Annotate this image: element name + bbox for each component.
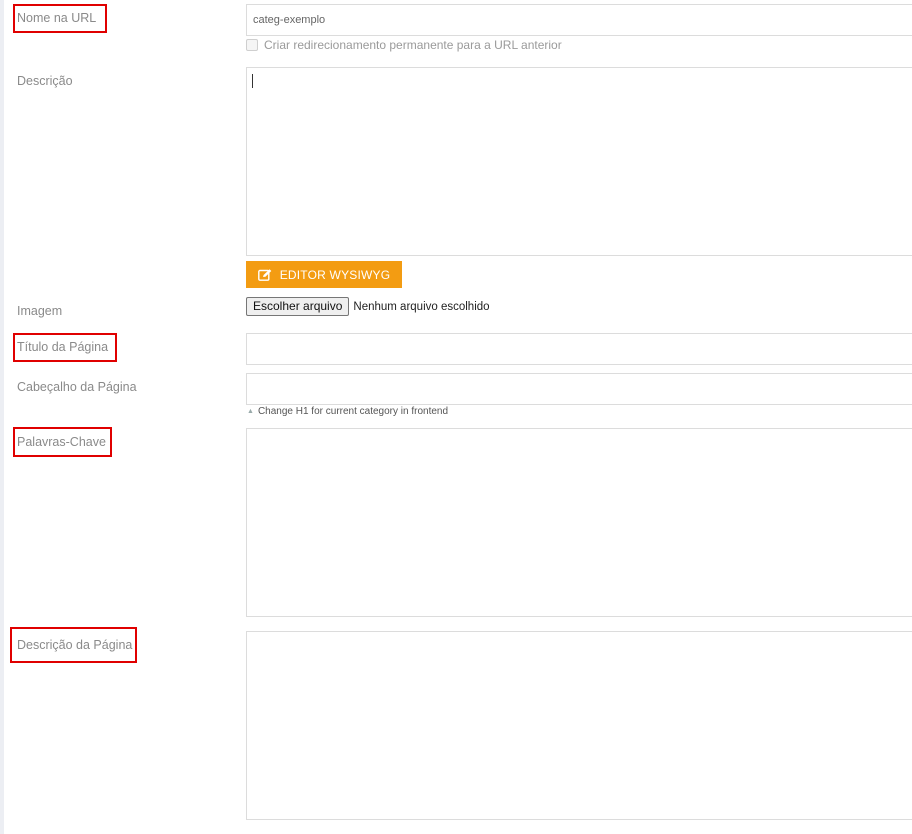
image-file-picker: Escolher arquivo Nenhum arquivo escolhid… bbox=[246, 297, 490, 316]
page-header-hint: ▲ Change H1 for current category in fron… bbox=[247, 406, 448, 417]
highlight-keywords bbox=[13, 427, 112, 457]
keywords-textarea[interactable] bbox=[246, 428, 912, 617]
wysiwyg-editor-button[interactable]: EDITOR WYSIWYG bbox=[246, 261, 402, 288]
file-status: Nenhum arquivo escolhido bbox=[353, 300, 490, 313]
choose-file-button[interactable]: Escolher arquivo bbox=[246, 297, 350, 316]
description-textarea[interactable] bbox=[246, 67, 912, 256]
page-description-textarea[interactable] bbox=[246, 631, 912, 820]
redirect-option[interactable]: Criar redirecionamento permanente para a… bbox=[246, 38, 562, 52]
page-header-label: Cabeçalho da Página bbox=[17, 380, 137, 394]
triangle-up-icon: ▲ bbox=[247, 408, 254, 415]
edit-icon bbox=[257, 268, 272, 281]
highlight-page-title bbox=[13, 333, 117, 362]
wysiwyg-button-label: EDITOR WYSIWYG bbox=[279, 267, 391, 282]
redirect-checkbox[interactable] bbox=[246, 39, 258, 51]
highlight-url-name bbox=[13, 4, 107, 33]
highlight-page-description bbox=[10, 627, 137, 663]
text-caret bbox=[252, 74, 253, 88]
page-header-hint-text: Change H1 for current category in fronte… bbox=[257, 406, 449, 417]
image-label: Imagem bbox=[17, 304, 63, 318]
description-label: Descrição bbox=[17, 74, 73, 88]
redirect-label: Criar redirecionamento permanente para a… bbox=[264, 38, 562, 52]
url-name-value: categ-exemplo bbox=[253, 14, 326, 26]
page-title-input[interactable] bbox=[246, 333, 912, 365]
left-border bbox=[0, 0, 4, 834]
url-name-input[interactable]: categ-exemplo bbox=[246, 4, 912, 36]
page-header-input[interactable] bbox=[246, 373, 912, 405]
